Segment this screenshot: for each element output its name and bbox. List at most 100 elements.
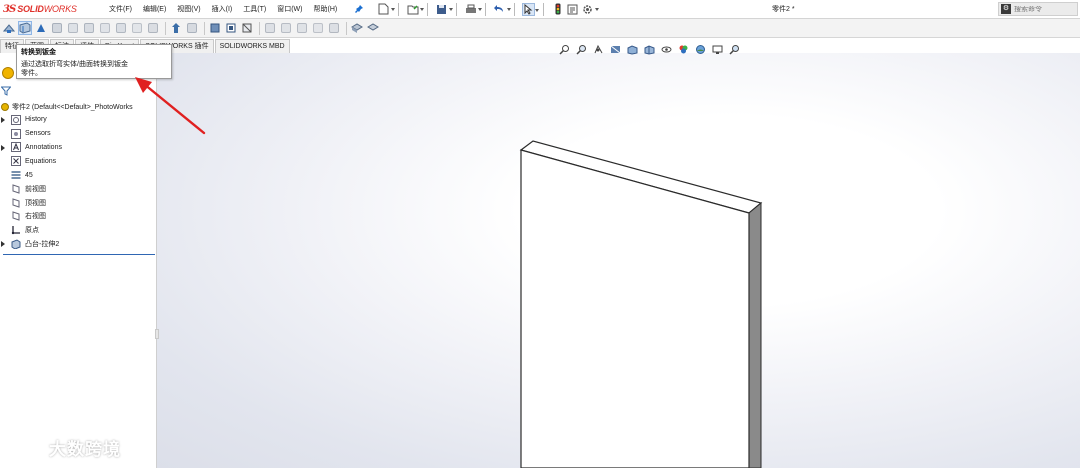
corners-icon[interactable] — [279, 21, 293, 35]
swept-flange-icon[interactable] — [146, 21, 160, 35]
forming-tool-icon[interactable] — [350, 21, 364, 35]
edge-flange-icon[interactable] — [50, 21, 64, 35]
traffic-light-icon[interactable] — [551, 3, 564, 16]
options-gear-icon[interactable] — [581, 3, 599, 16]
sheet-metal-base-flange-icon[interactable] — [2, 21, 16, 35]
ds-logo-mark: 3S — [3, 3, 16, 15]
part-side-face — [748, 201, 762, 468]
jog-icon[interactable] — [98, 21, 112, 35]
cross-break-icon[interactable] — [130, 21, 144, 35]
tree-node-sensors[interactable]: Sensors — [0, 127, 156, 141]
zoom-to-fit-icon[interactable] — [559, 44, 570, 55]
file-properties-button[interactable] — [566, 3, 579, 16]
sensors-icon — [11, 128, 21, 139]
tree-node-label: 45 — [25, 171, 33, 179]
vent-icon[interactable] — [366, 21, 380, 35]
tree-node-annotations[interactable]: Annotations — [0, 141, 156, 155]
tree-node-top-plane[interactable]: 顶视图 — [0, 196, 156, 210]
tree-node-label: Sensors — [25, 130, 51, 138]
tab-solidworks-mbd[interactable]: SOLIDWORKS MBD — [214, 39, 290, 53]
search-mode-icon[interactable]: ⚙ — [1001, 4, 1011, 14]
graphics-area[interactable] — [157, 53, 1080, 468]
open-button[interactable] — [406, 3, 424, 16]
logo-text-works: WORKS — [43, 4, 77, 14]
lofted-bend-icon[interactable] — [34, 21, 48, 35]
menu-help[interactable]: 帮助(H) — [313, 4, 337, 14]
zoom-to-area-icon[interactable] — [576, 44, 587, 55]
hide-show-items-icon[interactable] — [661, 44, 672, 55]
tree-node-origin[interactable]: 原点 — [0, 223, 156, 237]
fold-icon[interactable] — [185, 21, 199, 35]
section-view-icon[interactable] — [610, 44, 621, 55]
filter-icon[interactable] — [0, 86, 12, 96]
new-document-button[interactable] — [377, 3, 395, 16]
feature-manager-panel: 零件2 (Default<<Default>_PhotoWorks Histor… — [0, 53, 159, 468]
convert-to-sheet-metal-icon[interactable] — [18, 21, 32, 35]
no-bends-icon[interactable] — [224, 21, 238, 35]
print-button[interactable] — [464, 3, 482, 16]
welded-corner-icon[interactable] — [311, 21, 325, 35]
menu-edit[interactable]: 编辑(E) — [143, 4, 166, 14]
search-input[interactable] — [1014, 5, 1074, 13]
break-corner-icon[interactable] — [327, 21, 341, 35]
feature-manager-tab-icon[interactable] — [2, 67, 14, 79]
rollback-bar[interactable] — [3, 254, 155, 255]
plane-icon — [11, 184, 21, 194]
convert-to-sheet-metal-tooltip: 转换到钣金 通过选取折弯实体/曲面转换到钣金 零件。 — [16, 44, 172, 79]
watermark-text: 大数跨境 — [49, 439, 121, 459]
menu-window[interactable]: 窗口(W) — [277, 4, 302, 14]
menu-file[interactable]: 文件(F) — [109, 4, 132, 14]
logo-text-solid: SOLID — [17, 4, 44, 14]
miter-flange-icon[interactable] — [66, 21, 80, 35]
tree-node-label: 凸台-拉伸2 — [25, 241, 60, 249]
menu-view[interactable]: 视图(V) — [177, 4, 200, 14]
flatten-icon[interactable] — [208, 21, 222, 35]
tooltip-body-line-2: 零件。 — [21, 70, 42, 77]
zoom-pan-icon[interactable] — [729, 44, 740, 55]
hem-icon[interactable] — [82, 21, 96, 35]
rip-icon[interactable] — [240, 21, 254, 35]
command-manager-toolbar — [0, 19, 1080, 38]
unfold-icon[interactable] — [169, 21, 183, 35]
expand-arrow-icon[interactable] — [1, 117, 5, 123]
view-orientation-icon[interactable] — [627, 44, 638, 55]
panel-collapse-handle[interactable] — [155, 329, 159, 339]
tree-node-front-plane[interactable]: 前视图 — [0, 182, 156, 196]
tree-node-equations[interactable]: Equations — [0, 154, 156, 168]
undo-button[interactable] — [493, 3, 511, 16]
display-style-icon[interactable] — [644, 44, 655, 55]
expand-arrow-icon[interactable] — [1, 144, 5, 151]
tree-node-right-plane[interactable]: 右视图 — [0, 210, 156, 224]
closed-corner-icon[interactable] — [295, 21, 309, 35]
plane-icon — [11, 211, 21, 222]
tooltip-body-line-1: 通过选取折弯实体/曲面转换到钣金 — [21, 61, 128, 68]
search-commands[interactable]: ⚙ — [998, 2, 1078, 16]
feature-tree-root[interactable]: 零件2 (Default<<Default>_PhotoWorks — [0, 100, 156, 113]
tree-node-label: 前视图 — [25, 185, 46, 193]
menu-insert[interactable]: 插入(I) — [212, 4, 233, 14]
watermark-logo-icon — [8, 438, 42, 456]
part-name-label: 零件2 (Default<<Default>_PhotoWorks — [12, 103, 133, 111]
pin-menu-icon[interactable] — [354, 4, 364, 14]
expand-arrow-icon[interactable] — [1, 241, 5, 248]
menu-tools[interactable]: 工具(T) — [243, 4, 266, 14]
sketched-bend-icon[interactable] — [114, 21, 128, 35]
select-button[interactable] — [522, 2, 539, 16]
tree-node-material[interactable]: 45 — [0, 168, 156, 182]
part-model[interactable] — [157, 53, 1080, 468]
view-settings-icon[interactable] — [712, 44, 723, 55]
previous-view-icon[interactable] — [593, 44, 604, 55]
tree-node-history[interactable]: History — [0, 113, 156, 127]
solidworks-logo[interactable]: 3S SOLIDWORKS — [3, 2, 97, 16]
tree-node-boss-extrude2[interactable]: 凸台-拉伸2 — [0, 237, 156, 251]
apply-scene-icon[interactable] — [695, 44, 706, 55]
insert-bends-icon[interactable] — [263, 21, 277, 35]
tree-node-label: Annotations — [25, 143, 62, 151]
tree-node-label: History — [25, 116, 47, 124]
origin-icon — [11, 225, 21, 235]
quick-access-toolbar — [377, 0, 599, 18]
plane-icon — [11, 197, 21, 208]
save-button[interactable] — [435, 3, 453, 16]
watermark: 大数跨境 — [8, 436, 121, 459]
edit-appearance-icon[interactable] — [678, 44, 689, 55]
